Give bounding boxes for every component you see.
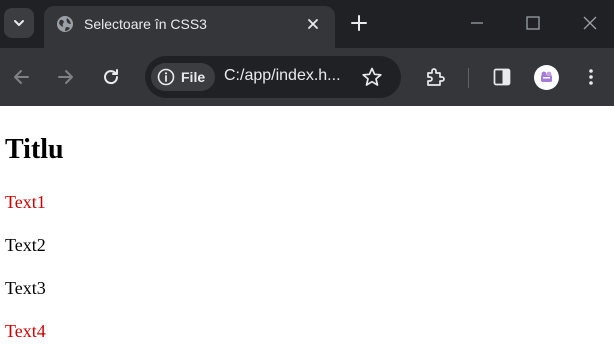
paragraph-text2: Text2 [5, 235, 46, 255]
tab-title: Selectoare în CSS3 [84, 16, 207, 32]
paragraph-text4: Text4 [5, 321, 46, 341]
tab-strip: Selectoare în CSS3 [0, 0, 614, 48]
paragraph-text3: Text3 [5, 278, 46, 298]
paragraph-text1: Text1 [5, 192, 46, 212]
active-tab[interactable]: Selectoare în CSS3 [44, 6, 335, 48]
profile-picture-icon [541, 71, 552, 82]
star-icon[interactable] [361, 66, 383, 88]
profile-avatar[interactable] [534, 65, 559, 90]
more-menu-icon[interactable] [581, 67, 601, 87]
url-text[interactable]: C:/app/index.h... [224, 67, 341, 85]
plus-icon[interactable] [350, 14, 368, 32]
address-bar[interactable]: File C:/app/index.h... [145, 56, 401, 98]
minimize-icon[interactable] [468, 14, 486, 32]
side-panel-icon[interactable] [492, 67, 512, 87]
maximize-icon[interactable] [524, 14, 542, 32]
site-info-label: File [181, 69, 206, 85]
close-icon[interactable] [306, 17, 320, 31]
info-icon [157, 68, 175, 86]
page-heading: Titlu [5, 134, 64, 165]
tab-search-button[interactable] [4, 8, 34, 38]
browser-toolbar: File C:/app/index.h... [0, 48, 614, 106]
toolbar-divider [468, 68, 469, 88]
reload-icon[interactable] [101, 67, 121, 87]
forward-icon[interactable] [56, 67, 76, 87]
globe-icon [57, 16, 73, 32]
back-icon[interactable] [11, 67, 31, 87]
window-close-icon[interactable] [581, 14, 599, 32]
page-content: Titlu Text1 Text2 Text3 Text4 [0, 106, 614, 353]
chevron-down-icon [14, 20, 24, 26]
extensions-icon[interactable] [424, 66, 446, 88]
site-info-chip[interactable]: File [151, 63, 215, 91]
